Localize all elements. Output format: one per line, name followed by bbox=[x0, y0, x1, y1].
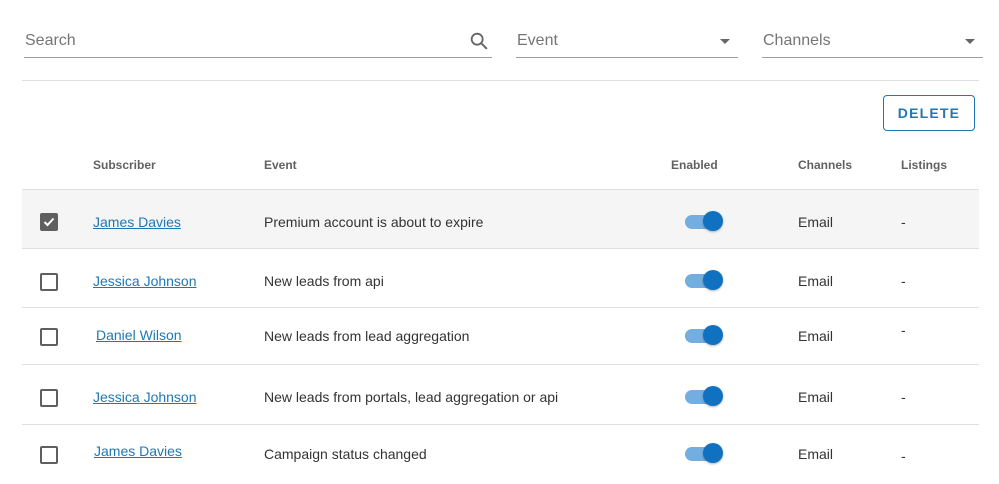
channels-cell: Email bbox=[798, 446, 834, 462]
enabled-toggle[interactable] bbox=[685, 324, 723, 348]
check-icon bbox=[43, 217, 55, 227]
table-row[interactable]: Jessica Johnson New leads from api Email… bbox=[22, 249, 979, 308]
subscriber-link[interactable]: Daniel Wilson bbox=[96, 327, 182, 343]
channels-cell: Email bbox=[798, 389, 834, 405]
column-header-channels[interactable]: Channels bbox=[798, 158, 852, 172]
row-checkbox[interactable] bbox=[40, 446, 58, 464]
subscriber-link[interactable]: Jessica Johnson bbox=[93, 273, 197, 289]
event-cell: Premium account is about to expire bbox=[264, 214, 484, 230]
event-cell: New leads from api bbox=[264, 273, 384, 289]
row-checkbox[interactable] bbox=[40, 389, 58, 407]
listings-cell: - bbox=[901, 273, 906, 289]
row-checkbox[interactable] bbox=[40, 328, 58, 346]
search-placeholder: Search bbox=[25, 32, 76, 49]
column-header-event[interactable]: Event bbox=[264, 158, 297, 172]
table-row[interactable]: Daniel Wilson New leads from lead aggreg… bbox=[22, 308, 979, 365]
listings-cell: - bbox=[901, 448, 906, 464]
table-row[interactable]: James Davies Premium account is about to… bbox=[22, 190, 979, 249]
event-cell: Campaign status changed bbox=[264, 446, 427, 462]
search-icon[interactable] bbox=[468, 30, 490, 52]
chevron-down-icon[interactable] bbox=[965, 39, 975, 44]
table-row[interactable]: Jessica Johnson New leads from portals, … bbox=[22, 365, 979, 425]
search-input[interactable]: Search bbox=[24, 26, 492, 58]
enabled-toggle[interactable] bbox=[685, 210, 723, 234]
row-checkbox[interactable] bbox=[40, 213, 58, 231]
subscriber-link[interactable]: Jessica Johnson bbox=[93, 389, 197, 405]
event-cell: New leads from lead aggregation bbox=[264, 328, 470, 344]
chevron-down-icon[interactable] bbox=[720, 39, 730, 44]
column-header-listings[interactable]: Listings bbox=[901, 158, 947, 172]
channels-cell: Email bbox=[798, 214, 834, 230]
enabled-toggle[interactable] bbox=[685, 442, 723, 466]
listings-cell: - bbox=[901, 214, 906, 230]
listings-cell: - bbox=[901, 322, 906, 338]
column-header-subscriber[interactable]: Subscriber bbox=[93, 158, 156, 172]
filter-bar: Search Event Channels bbox=[0, 0, 999, 80]
channels-cell: Email bbox=[798, 328, 834, 344]
divider bbox=[22, 80, 979, 81]
channels-cell: Email bbox=[798, 273, 834, 289]
subscriber-link[interactable]: James Davies bbox=[94, 443, 182, 459]
row-checkbox[interactable] bbox=[40, 273, 58, 291]
enabled-toggle[interactable] bbox=[685, 385, 723, 409]
table-row[interactable]: James Davies Campaign status changed Ema… bbox=[22, 425, 979, 484]
channels-select-label: Channels bbox=[763, 32, 831, 49]
enabled-toggle[interactable] bbox=[685, 269, 723, 293]
channels-select[interactable]: Channels bbox=[762, 26, 983, 58]
subscriber-link[interactable]: James Davies bbox=[93, 214, 181, 230]
event-select[interactable]: Event bbox=[516, 26, 738, 58]
column-header-enabled[interactable]: Enabled bbox=[671, 158, 718, 172]
event-cell: New leads from portals, lead aggregation… bbox=[264, 389, 559, 405]
event-select-label: Event bbox=[517, 32, 558, 49]
delete-button[interactable]: DELETE bbox=[883, 95, 975, 131]
listings-cell: - bbox=[901, 389, 906, 405]
